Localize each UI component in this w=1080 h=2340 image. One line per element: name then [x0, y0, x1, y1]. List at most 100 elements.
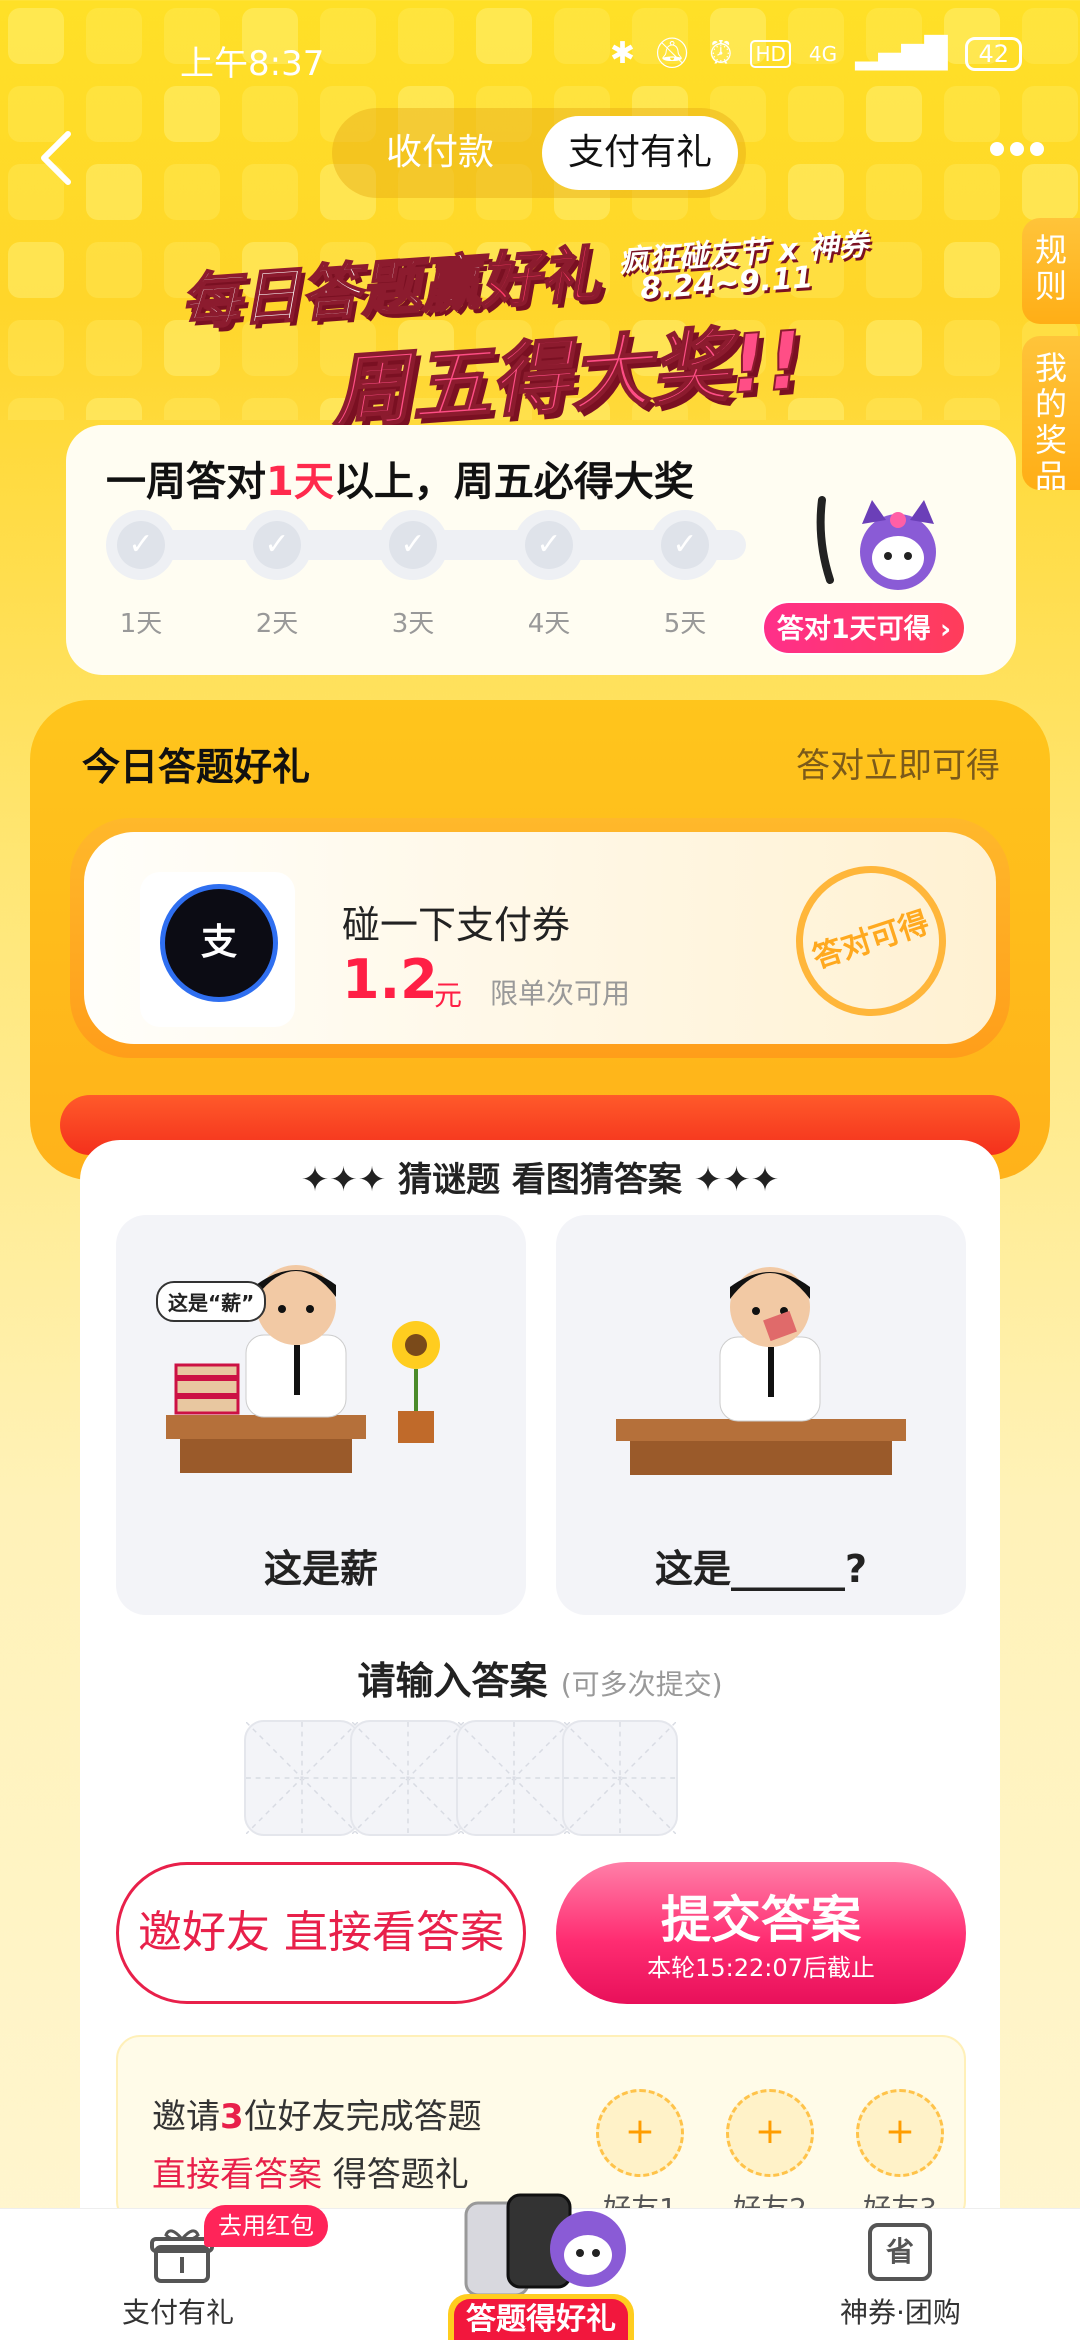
add-friend-2-icon[interactable]: +: [726, 2089, 814, 2177]
coupon-logo: 支: [140, 872, 295, 1027]
bg-tile: [788, 164, 844, 220]
add-friend-1-icon[interactable]: +: [596, 2089, 684, 2177]
coupon-inner: 支 碰一下支付券 1.2 元 限单次可用 答对可得: [84, 832, 996, 1044]
grid-guide-icon: [351, 1721, 465, 1835]
today-title: 今日答题好礼: [82, 745, 311, 789]
coupon-card: 支 碰一下支付券 1.2 元 限单次可用 答对可得: [70, 818, 1010, 1058]
bg-tile: [944, 320, 1000, 376]
check-icon: ✓: [661, 521, 709, 569]
day-dot-4: ✓: [514, 510, 584, 580]
riddle-illustration-1: [166, 1265, 440, 1473]
bg-tile: [86, 320, 142, 376]
coupon-name: 碰一下支付券: [342, 903, 571, 947]
bg-tile: [86, 398, 142, 420]
add-friend-3-icon[interactable]: +: [856, 2089, 944, 2177]
today-subtitle: 答对立即可得: [796, 746, 1000, 786]
grid-guide-icon: [563, 1721, 677, 1835]
rules-label: 规则: [1034, 231, 1067, 305]
day-label: 3天: [391, 609, 435, 639]
invite-friends-button[interactable]: 邀好友 直接看答案: [116, 1862, 526, 2004]
invite-line1-post: 位好友完成答题: [243, 2097, 482, 2137]
answer-char-box-3[interactable]: [456, 1720, 572, 1836]
invite-line2-highlight: 直接看答案: [152, 2155, 322, 2195]
tab-pay-rewards[interactable]: 支付有礼: [542, 116, 738, 190]
nav-label-quiz-rewards: 答题得好礼: [454, 2299, 628, 2340]
bg-tile: [8, 242, 64, 298]
bg-tile: [1022, 164, 1078, 220]
puzzle-card: ✦✦✦ 猜谜题 看图猜答案 ✦✦✦ 这是“薪” 这是薪 这是______? 请输…: [80, 1140, 1000, 2225]
my-prizes-label: 我的奖品: [1034, 349, 1067, 495]
invite-line-1: 邀请3位好友完成答题: [152, 2089, 482, 2138]
banner-line1-b: 好礼: [477, 238, 604, 318]
riddle-label-1: 这是薪: [263, 1547, 378, 1591]
bg-tile: [8, 320, 64, 376]
header-segmented-control: 收付款 支付有礼: [332, 108, 746, 198]
answer-input-label: 请输入答案 (可多次提交): [80, 1650, 1000, 1705]
prize-condition-button[interactable]: 答对1天可得 ›: [762, 601, 966, 655]
answer-to-get-stamp: 答对可得: [776, 846, 966, 1036]
nav-label-vouchers: 神券·团购: [840, 2296, 961, 2329]
bg-tile: [164, 164, 220, 220]
speech-bubble: 这是“薪”: [156, 1281, 267, 1322]
mute-icon: 🔕︎: [652, 36, 692, 71]
weekly-title-pre: 一周答对: [106, 459, 266, 505]
check-icon: ✓: [389, 521, 437, 569]
red-packet-badge: 去用红包: [204, 2205, 328, 2247]
riddle-image-card-1: 这是“薪” 这是薪: [116, 1215, 526, 1615]
hd-icon: HD: [750, 39, 791, 68]
bg-tile: [944, 164, 1000, 220]
more-options-icon[interactable]: [990, 142, 1044, 156]
status-bar: 上午8:37 ✱ 🔕︎ ⏰︎ HD 4G ▂▄▆█ 42: [0, 0, 1080, 120]
alarm-icon: ⏰︎: [709, 36, 733, 71]
coupon-amount: 1.2: [342, 948, 438, 1011]
bg-tile: [242, 164, 298, 220]
battery-icon: 42: [965, 36, 1022, 71]
day-dot-1: ✓: [106, 510, 176, 580]
day-dot-5: ✓: [650, 510, 720, 580]
submit-label: 提交答案: [661, 1891, 861, 1949]
invite-line2-post: 得答题礼: [322, 2155, 469, 2195]
bg-tile: [86, 164, 142, 220]
voucher-icon: 省: [868, 2223, 932, 2281]
submit-answer-button[interactable]: 提交答案 本轮15:22:07后截止: [556, 1862, 966, 2004]
nav-item-quiz-rewards[interactable]: 答题得好礼: [448, 2294, 634, 2340]
signal-icon: ▂▄▆█: [855, 36, 948, 71]
answer-char-box-2[interactable]: [350, 1720, 466, 1836]
check-icon: ✓: [525, 521, 573, 569]
answer-input-hint: (可多次提交): [560, 1668, 723, 1701]
day-label: 2天: [255, 609, 299, 639]
day-label: 5天: [663, 609, 707, 639]
event-banner: 每日答题赢好礼 周五得大奖!! 疯狂碰友节 x 神券 8.24~9.11: [177, 220, 900, 440]
weekly-title-post: 以上，周五必得大奖: [333, 459, 694, 505]
answer-char-box-1[interactable]: [244, 1720, 360, 1836]
my-prizes-button[interactable]: 我的奖品: [1022, 336, 1080, 494]
coupon-unit: 元: [434, 979, 463, 1012]
tab-collect-pay[interactable]: 收付款: [340, 116, 540, 190]
nav-item-vouchers[interactable]: 省 神券·团购: [830, 2209, 970, 2340]
rules-button[interactable]: 规则: [1022, 218, 1080, 324]
alipay-tap-icon: 支: [160, 884, 278, 1002]
riddle-illustration-2: [616, 1267, 906, 1475]
bg-tile: [944, 398, 1000, 420]
grid-guide-icon: [245, 1721, 359, 1835]
bluetooth-icon: ✱: [609, 36, 635, 71]
answer-char-box-4[interactable]: [562, 1720, 678, 1836]
day-dot-2: ✓: [242, 510, 312, 580]
prize-phone-doll-image: [464, 2193, 626, 2294]
riddle-image-card-2: 这是______?: [556, 1215, 966, 1615]
puzzle-title: ✦✦✦ 猜谜题 看图猜答案 ✦✦✦: [300, 1160, 780, 1200]
bg-tile: [8, 398, 64, 420]
nav-label-pay-rewards: 支付有礼: [122, 2296, 235, 2329]
check-icon: ✓: [253, 521, 301, 569]
status-time: 上午8:37: [180, 44, 325, 84]
network-icon: 4G: [808, 41, 838, 66]
today-reward-card: 今日答题好礼 答对立即可得 支 碰一下支付券 1.2 元 限单次可用 答对可得: [30, 700, 1050, 1180]
invite-count: 3: [220, 2097, 244, 2137]
day-label: 1天: [119, 609, 163, 639]
weekly-title: 一周答对1天以上，周五必得大奖: [106, 449, 694, 507]
invite-line-2: 直接看答案 得答题礼: [152, 2147, 469, 2196]
answer-input-title: 请输入答案: [357, 1659, 548, 1703]
back-arrow-icon[interactable]: [36, 128, 76, 188]
prize-umbrella-doll-image: [816, 496, 936, 590]
weekly-progress-card: 一周答对1天以上，周五必得大奖 ✓ ✓ ✓ ✓ ✓ 1天 2天 3天 4天 5天…: [66, 425, 1016, 675]
